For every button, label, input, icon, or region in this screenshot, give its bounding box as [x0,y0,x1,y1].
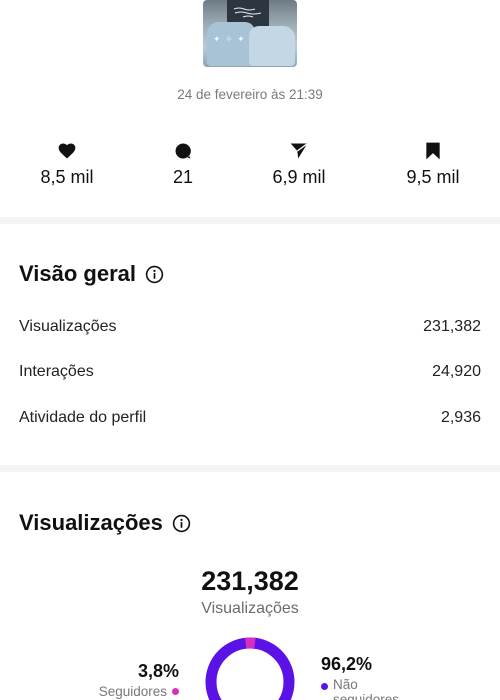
post-stats-row: 8,5 mil 21 6,9 mil 9,5 mil [0,141,500,191]
stat-likes[interactable]: 8,5 mil [7,141,127,188]
post-thumbnail[interactable]: ✦ ✧ ✦ [203,0,297,67]
overview-title: Visão geral [19,261,136,286]
row-value: 231,382 [423,318,481,335]
thumbnail-book-scribble [233,7,262,18]
followers-color-dot [172,688,179,695]
stat-comments[interactable]: 21 [123,141,243,188]
row-label: Atividade do perfil [19,409,147,426]
comment-icon [175,143,191,159]
non-followers-legend: Não seguidores [321,677,413,700]
bookmark-icon [426,142,440,160]
non-followers-percent: 96,2% [321,654,373,674]
saves-count: 9,5 mil [406,167,460,187]
row-value: 24,920 [432,363,481,380]
comments-count: 21 [172,167,194,187]
post-insights-page: ✦ ✧ ✦ 24 de fevereiro às 21:39 8,5 mil 2… [0,0,500,700]
thumbnail-pillow-right [249,26,295,66]
followers-percent: 3,8% [137,661,179,681]
views-title: Visualizações [19,510,163,535]
views-donut-chart [205,637,295,700]
send-icon [290,143,308,159]
section-divider [0,465,500,472]
thumbnail-stars: ✦ ✧ ✦ [213,34,246,44]
row-value: 2,936 [440,409,481,426]
donut-segment-non-followers [205,637,295,700]
row-label: Interações [19,363,94,380]
row-label: Visualizações [19,318,117,335]
heart-icon [58,143,76,159]
views-total-label: Visualizações [201,600,299,617]
stat-saves[interactable]: 9,5 mil [373,141,493,188]
info-icon[interactable] [145,265,164,284]
overview-row-profile-activity[interactable]: Atividade do perfil 2,936 [19,409,481,427]
overview-row-interactions[interactable]: Interações 24,920 [19,363,481,381]
likes-count: 8,5 mil [40,167,94,187]
overview-row-views[interactable]: Visualizações 231,382 [19,318,481,336]
section-divider [0,217,500,224]
stat-shares[interactable]: 6,9 mil [239,141,359,188]
shares-count: 6,9 mil [272,167,326,187]
post-date: 24 de fevereiro às 21:39 [177,87,323,102]
overview-section-title: Visão geral [19,261,164,287]
followers-legend: Seguidores [99,684,179,699]
non-followers-color-dot [321,683,328,690]
views-section-title: Visualizações [19,510,191,536]
views-total: 231,382 [201,566,299,596]
followers-label: Seguidores [98,684,167,699]
info-icon[interactable] [172,514,191,533]
non-followers-label: Não seguidores [333,677,400,700]
